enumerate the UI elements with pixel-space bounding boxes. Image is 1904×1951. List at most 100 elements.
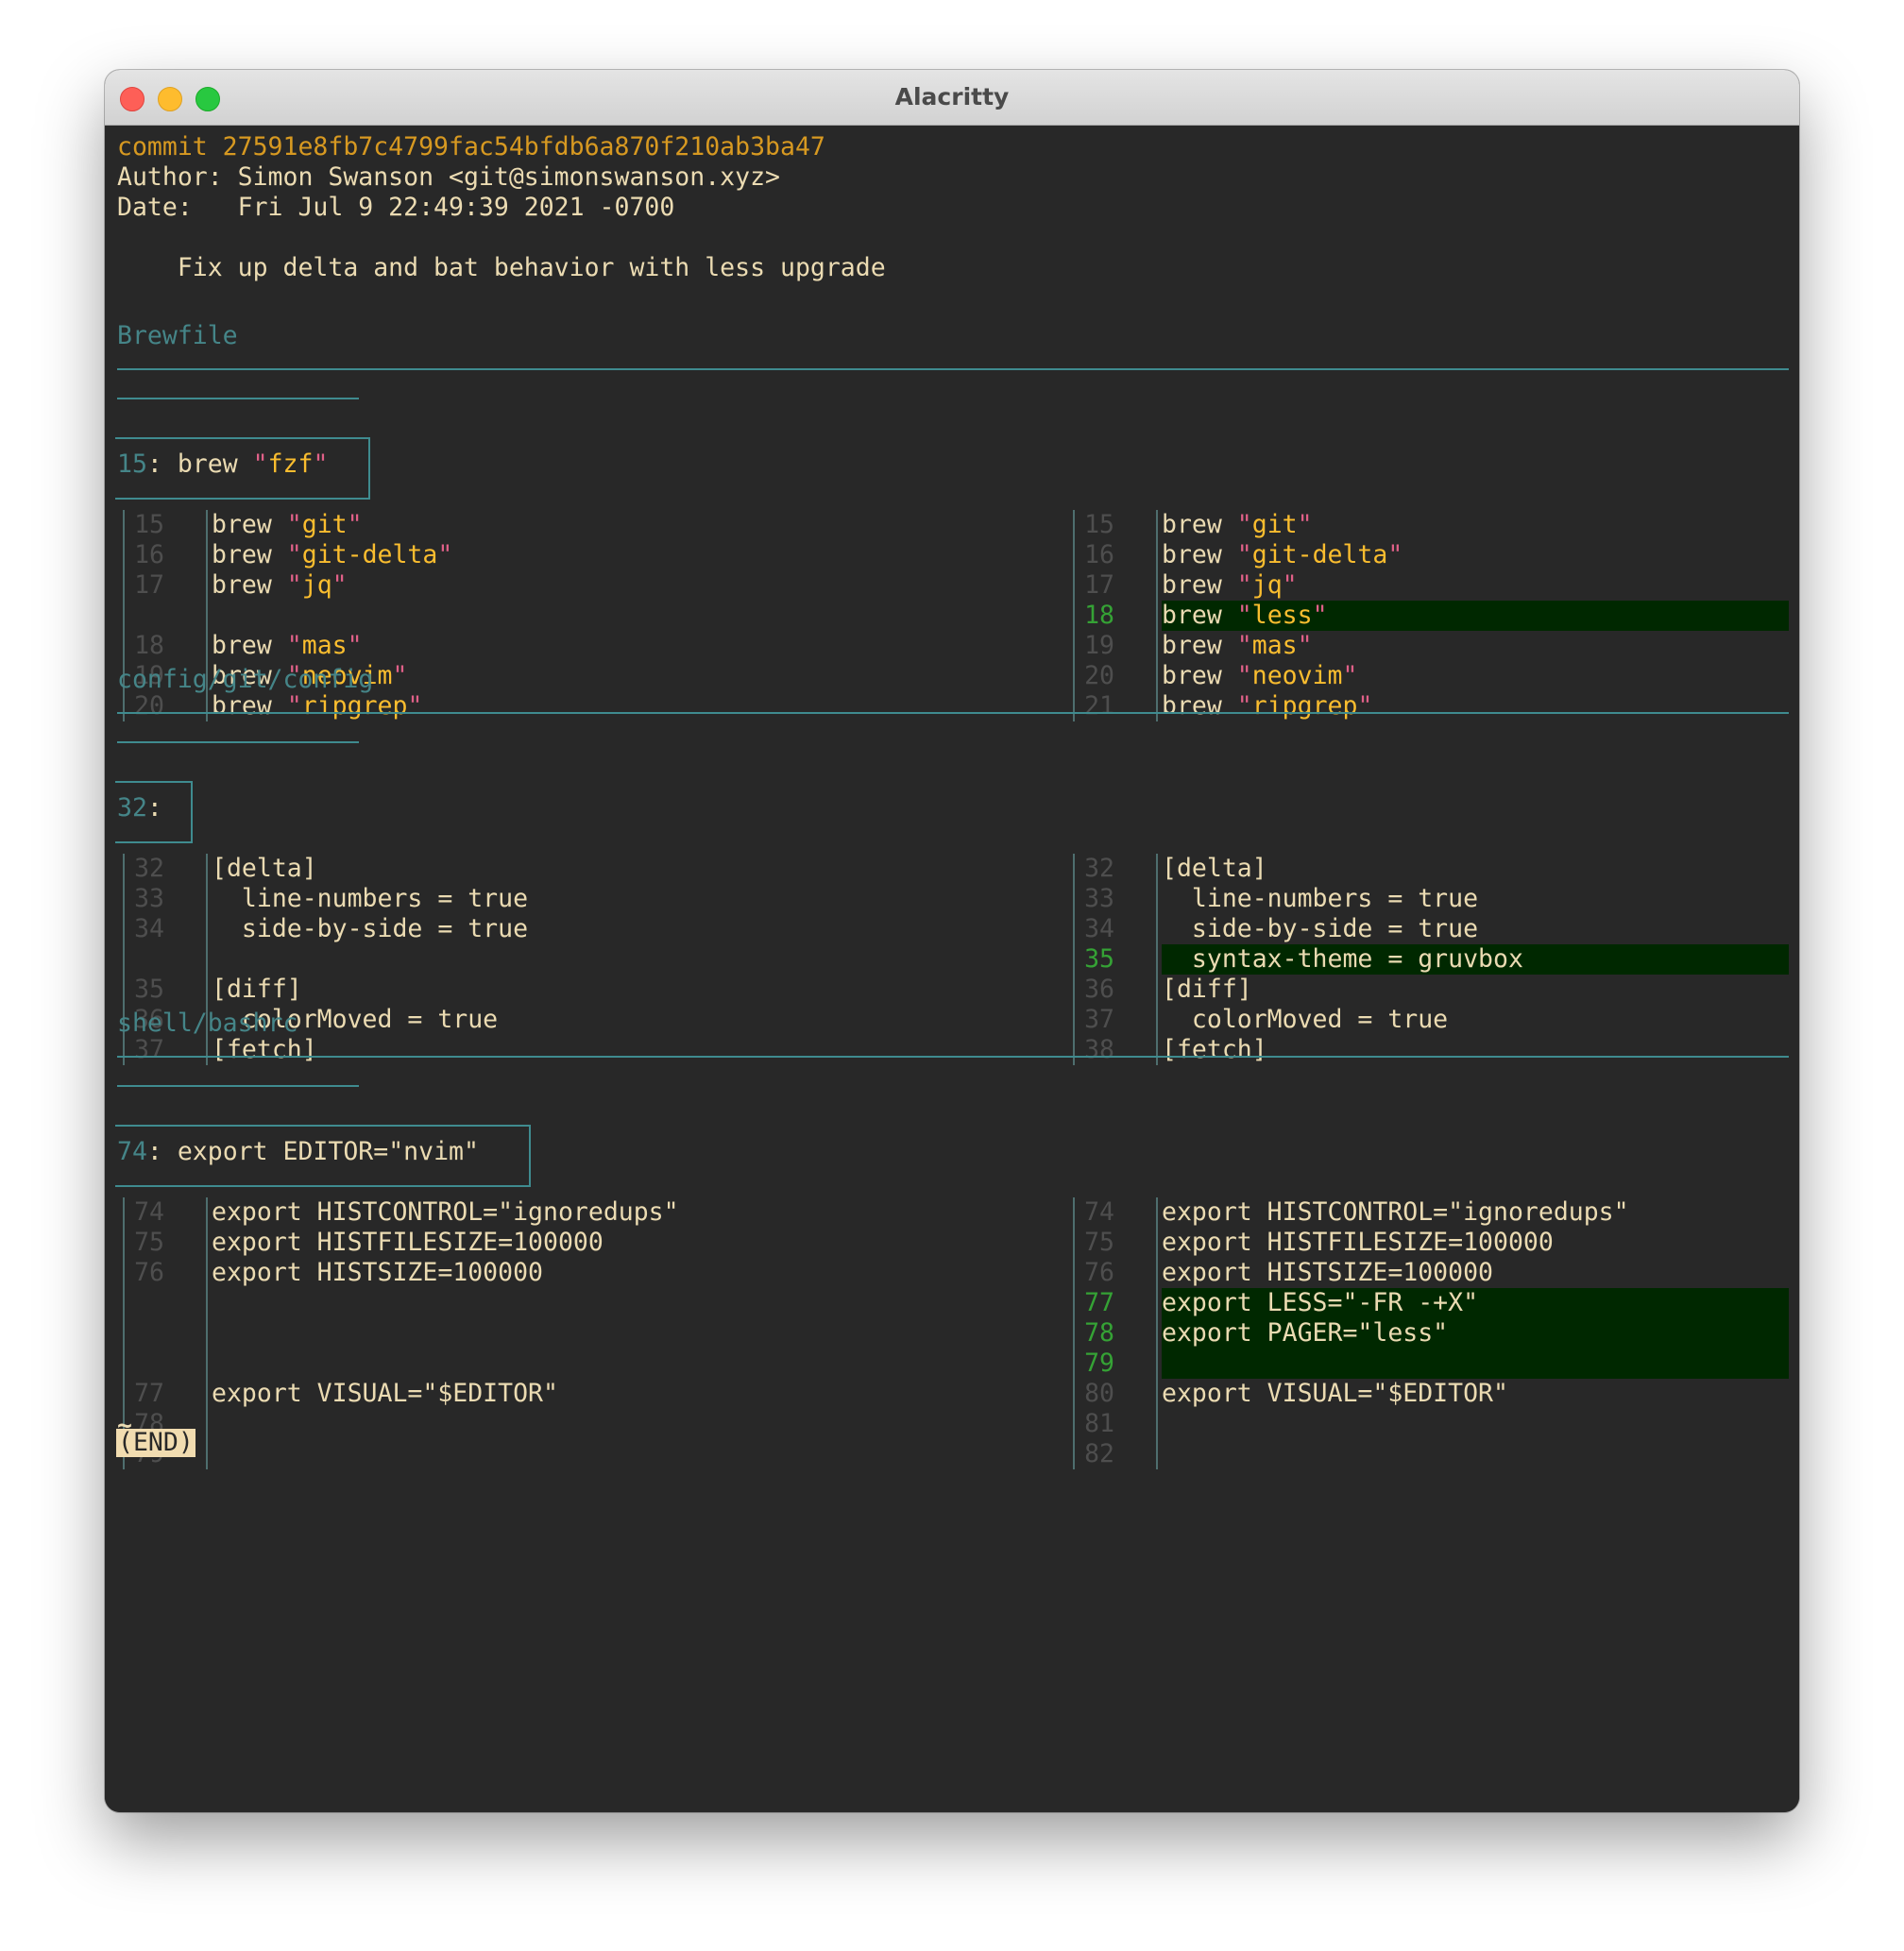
quote-mark: ": [1282, 570, 1298, 600]
right-code-line[interactable]: [diff]: [1162, 975, 1252, 1005]
hunk-string: fzf: [267, 450, 314, 479]
code-string: neovim: [1251, 661, 1343, 690]
code-string: git-delta: [301, 540, 438, 569]
right-code-line[interactable]: colorMoved = true: [1162, 1005, 1448, 1035]
code-keyword: brew: [1162, 631, 1237, 660]
left-code-line[interactable]: brew "git": [212, 510, 363, 540]
right-code-line[interactable]: export LESS="-FR -+X": [1162, 1288, 1478, 1318]
quote-mark: ": [1236, 631, 1252, 660]
code-string: mas: [1251, 631, 1298, 660]
code-keyword: brew: [1162, 691, 1237, 721]
right-line-number: 79: [1084, 1349, 1114, 1378]
right-line-number: 33: [1084, 884, 1114, 913]
left-code-line[interactable]: [diff]: [212, 975, 302, 1005]
commit-message: Fix up delta and bat behavior with less …: [117, 253, 886, 282]
file-underline: [117, 1085, 359, 1087]
quote-mark: ": [392, 661, 408, 690]
quote-mark: ": [1236, 510, 1252, 539]
quote-mark: ": [437, 540, 453, 569]
left-line-number: 35: [134, 975, 164, 1004]
code-keyword: brew: [212, 510, 287, 539]
commit-date-line: Date: Fri Jul 9 22:49:39 2021 -0700: [117, 193, 675, 222]
code-keyword: brew: [1162, 570, 1237, 600]
left-code-line[interactable]: side-by-side = true: [212, 914, 528, 944]
right-code-line[interactable]: [delta]: [1162, 854, 1267, 884]
right-code-line[interactable]: brew "less": [1162, 601, 1328, 631]
code-keyword: brew: [212, 570, 287, 600]
right-code-line[interactable]: brew "git": [1162, 510, 1313, 540]
quote-mark: ": [1236, 540, 1252, 569]
terminal-window: Alacritty commit 27591e8fb7c4799fac54bfd…: [105, 70, 1799, 1812]
added-line-highlight: [1162, 1349, 1789, 1379]
right-code-line[interactable]: export VISUAL="$EDITOR": [1162, 1379, 1508, 1409]
quote-mark: ": [286, 631, 302, 660]
right-code-line[interactable]: brew "mas": [1162, 631, 1313, 661]
quote-mark: ": [1236, 601, 1252, 630]
left-code-line[interactable]: export VISUAL="$EDITOR": [212, 1379, 558, 1409]
code-keyword: brew: [212, 540, 287, 569]
right-code-line[interactable]: brew "jq": [1162, 570, 1298, 601]
right-line-number: 38: [1084, 1035, 1114, 1064]
left-line-number: 18: [134, 631, 164, 660]
right-code-line[interactable]: [fetch]: [1162, 1035, 1267, 1065]
right-code-line[interactable]: export HISTCONTROL="ignoredups": [1162, 1197, 1629, 1228]
right-code-line[interactable]: export PAGER="less": [1162, 1318, 1448, 1349]
left-code-line[interactable]: brew "ripgrep": [212, 691, 422, 721]
left-code-line[interactable]: export HISTSIZE=100000: [212, 1258, 543, 1288]
left-code-line[interactable]: brew "mas": [212, 631, 363, 661]
hunk-header[interactable]: 15: brew "fzf": [117, 450, 328, 480]
right-code-line[interactable]: export HISTSIZE=100000: [1162, 1258, 1493, 1288]
code-string: ripgrep: [301, 691, 408, 721]
left-line-number: 32: [134, 854, 164, 883]
right-line-number: 75: [1084, 1228, 1114, 1257]
right-code-line[interactable]: brew "neovim": [1162, 661, 1357, 691]
hunk-header[interactable]: 74: export EDITOR="nvim": [117, 1137, 479, 1167]
code-string: git: [301, 510, 348, 539]
left-code-line[interactable]: [fetch]: [212, 1035, 317, 1065]
file-name[interactable]: Brewfile: [117, 321, 238, 351]
file-divider: [117, 368, 1789, 370]
quote-mark: ": [252, 450, 268, 479]
right-code-line[interactable]: export HISTFILESIZE=100000: [1162, 1228, 1554, 1258]
left-line-number: 33: [134, 884, 164, 913]
right-line-number: 78: [1084, 1318, 1114, 1348]
left-code-line[interactable]: line-numbers = true: [212, 884, 528, 914]
right-line-number: 82: [1084, 1439, 1114, 1468]
right-line-number: 32: [1084, 854, 1114, 883]
code-string: jq: [1251, 570, 1283, 600]
right-line-number: 17: [1084, 570, 1114, 600]
left-code-line[interactable]: brew "git-delta": [212, 540, 452, 570]
quote-mark: ": [347, 510, 363, 539]
code-keyword: brew: [1162, 661, 1237, 690]
left-line-number: 37: [134, 1035, 164, 1064]
commit-hash-line: commit 27591e8fb7c4799fac54bfdb6a870f210…: [117, 132, 825, 161]
file-name[interactable]: config/git/config: [117, 665, 373, 695]
right-code-line[interactable]: syntax-theme = gruvbox: [1162, 944, 1523, 975]
left-line-number: 34: [134, 914, 164, 943]
file-underline: [117, 398, 359, 399]
left-code-line[interactable]: [delta]: [212, 854, 317, 884]
title-bar[interactable]: Alacritty: [105, 70, 1799, 126]
quote-mark: ": [1236, 570, 1252, 600]
right-code-line[interactable]: line-numbers = true: [1162, 884, 1478, 914]
right-line-number: 80: [1084, 1379, 1114, 1408]
right-code-line[interactable]: brew "git-delta": [1162, 540, 1402, 570]
left-code-line[interactable]: brew "jq": [212, 570, 348, 601]
hunk-header[interactable]: 32:: [117, 793, 162, 823]
right-line-number: 35: [1084, 944, 1114, 974]
file-name[interactable]: shell/bashrc: [117, 1009, 298, 1039]
right-code-line[interactable]: brew "ripgrep": [1162, 691, 1372, 721]
right-line-number-divider: [1156, 1197, 1158, 1469]
quote-mark: ": [1342, 661, 1358, 690]
code-keyword: brew: [1162, 510, 1237, 539]
file-underline: [117, 741, 359, 743]
code-keyword: brew: [1162, 540, 1237, 569]
terminal-content[interactable]: commit 27591e8fb7c4799fac54bfdb6a870f210…: [105, 126, 1799, 1812]
right-code-line[interactable]: side-by-side = true: [1162, 914, 1478, 944]
left-code-line[interactable]: export HISTCONTROL="ignoredups": [212, 1197, 679, 1228]
left-code-line[interactable]: export HISTFILESIZE=100000: [212, 1228, 604, 1258]
quote-mark: ": [286, 510, 302, 539]
right-line-number: 37: [1084, 1005, 1114, 1034]
left-line-number: 15: [134, 510, 164, 539]
quote-mark: ": [1236, 661, 1252, 690]
